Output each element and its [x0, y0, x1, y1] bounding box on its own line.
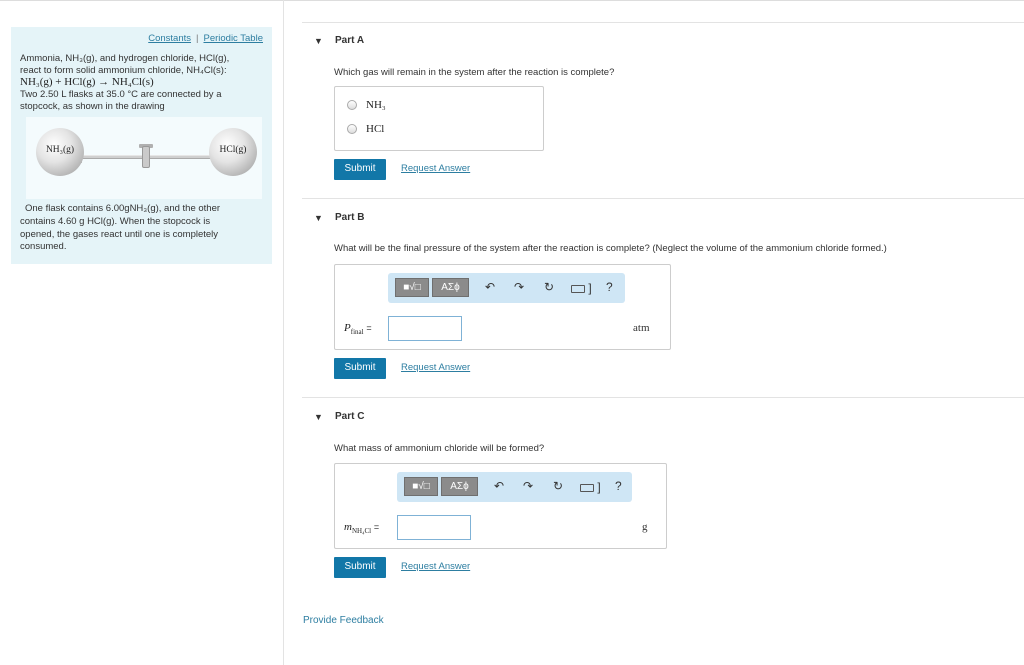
part-a-submit-button[interactable]: Submit: [334, 159, 386, 180]
pfinal-subscript: final: [350, 328, 364, 337]
pfinal-unit: atm: [633, 322, 650, 334]
undo-icon[interactable]: ↶: [485, 280, 495, 294]
periodic-table-link[interactable]: Periodic Table: [203, 33, 263, 44]
contents-line-3: opened, the gases react until one is com…: [20, 229, 219, 240]
reset-icon[interactable]: ↻: [544, 280, 554, 294]
option-nh3-label: NH₃: [366, 99, 386, 111]
part-a-divider: [302, 22, 1024, 23]
intro-line-2: react to form solid ammonium chloride, N…: [20, 65, 227, 76]
part-c-question: What mass of ammonium chloride will be f…: [334, 443, 545, 454]
flask-left-label: NH₃(g): [45, 145, 75, 155]
constants-link[interactable]: Constants: [148, 33, 191, 44]
problem-panel: Constants | Periodic Table Ammonia, NH₃(g)…: [11, 27, 272, 264]
top-divider: [0, 0, 1024, 1]
pfinal-label: Pfinal =: [344, 322, 372, 336]
flasks-line-1: Two 2.50 L flasks at 35.0 °C are connect…: [20, 89, 222, 100]
part-c-collapse-icon[interactable]: ▼: [314, 412, 323, 422]
pfinal-symbol: P: [344, 322, 351, 334]
undo-icon[interactable]: ↶: [494, 479, 504, 493]
reset-icon[interactable]: ↻: [553, 479, 563, 493]
part-b-divider: [302, 198, 1024, 199]
part-a-question: Which gas will remain in the system afte…: [334, 67, 615, 78]
stopcock: [142, 146, 150, 168]
part-a-request-answer-link[interactable]: Request Answer: [401, 163, 470, 174]
option-nh3[interactable]: NH₃: [347, 99, 386, 111]
part-a-collapse-icon[interactable]: ▼: [314, 36, 323, 46]
contents-line-2: contains 4.60 g HCl(g). When the stopcoc…: [20, 216, 211, 227]
part-b-question: What will be the final pressure of the s…: [334, 243, 887, 254]
templates-icon[interactable]: ■√□: [404, 477, 438, 496]
flask-drawing: NH₃(g) HCl(g): [26, 117, 262, 199]
mass-subscript: NH₄Cl: [351, 527, 372, 536]
flask-right-label: HCl(g): [219, 145, 247, 155]
keyboard-icon[interactable]: ]: [571, 281, 592, 295]
vertical-divider: [283, 0, 284, 665]
provide-feedback-link[interactable]: Provide Feedback: [303, 615, 384, 626]
redo-icon[interactable]: ↷: [523, 479, 533, 493]
link-separator: |: [196, 33, 199, 44]
part-a-options-box: NH₃ HCl: [334, 86, 544, 151]
part-c-submit-button[interactable]: Submit: [334, 557, 386, 578]
mass-unit: g: [642, 521, 648, 533]
help-icon[interactable]: ?: [615, 479, 622, 493]
mass-equals: =: [373, 522, 380, 532]
reference-links: Constants | Periodic Table: [148, 33, 263, 44]
mass-input[interactable]: [397, 515, 471, 540]
radio-icon[interactable]: [347, 124, 357, 134]
contents-line-4: consumed.: [20, 241, 67, 252]
part-c-divider: [302, 397, 1024, 398]
part-b-request-answer-link[interactable]: Request Answer: [401, 362, 470, 373]
part-b-answer-box: ■√□ ΑΣϕ ↶ ↷ ↻ ] ? Pfinal = atm: [334, 264, 671, 350]
part-b-collapse-icon[interactable]: ▼: [314, 213, 323, 223]
mass-symbol: m: [344, 521, 352, 533]
help-icon[interactable]: ?: [606, 280, 613, 294]
pfinal-input[interactable]: [388, 316, 462, 341]
flask-left: NH₃(g): [36, 128, 84, 176]
mass-label: mNH₄Cl =: [344, 521, 379, 535]
part-b-submit-button[interactable]: Submit: [334, 358, 386, 379]
option-hcl-label: HCl: [366, 123, 385, 135]
greek-symbols-icon[interactable]: ΑΣϕ: [441, 477, 478, 496]
part-c-title[interactable]: Part C: [335, 411, 364, 422]
keyboard-icon[interactable]: ]: [580, 480, 601, 494]
greek-symbols-icon[interactable]: ΑΣϕ: [432, 278, 469, 297]
contents-line-1: One flask contains 6.00gNH₃(g), and the …: [25, 203, 221, 214]
redo-icon[interactable]: ↷: [514, 280, 524, 294]
radio-icon[interactable]: [347, 100, 357, 110]
intro-line-1: Ammonia, NH₃(g), and hydrogen chloride, …: [20, 53, 230, 64]
part-b-title[interactable]: Part B: [335, 212, 364, 223]
part-c-request-answer-link[interactable]: Request Answer: [401, 561, 470, 572]
flask-right: HCl(g): [209, 128, 257, 176]
part-a-title[interactable]: Part A: [335, 35, 364, 46]
part-c-math-toolbar: ■√□ ΑΣϕ ↶ ↷ ↻ ] ?: [397, 472, 632, 502]
part-b-math-toolbar: ■√□ ΑΣϕ ↶ ↷ ↻ ] ?: [388, 273, 625, 303]
pfinal-equals: =: [366, 323, 372, 333]
reaction-equation: NH₃(g) + HCl(g) → NH₄Cl(s): [20, 76, 154, 88]
templates-icon[interactable]: ■√□: [395, 278, 429, 297]
option-hcl[interactable]: HCl: [347, 123, 384, 135]
part-c-answer-box: ■√□ ΑΣϕ ↶ ↷ ↻ ] ? mNH₄Cl = g: [334, 463, 667, 549]
flasks-line-2: stopcock, as shown in the drawing: [20, 101, 165, 112]
